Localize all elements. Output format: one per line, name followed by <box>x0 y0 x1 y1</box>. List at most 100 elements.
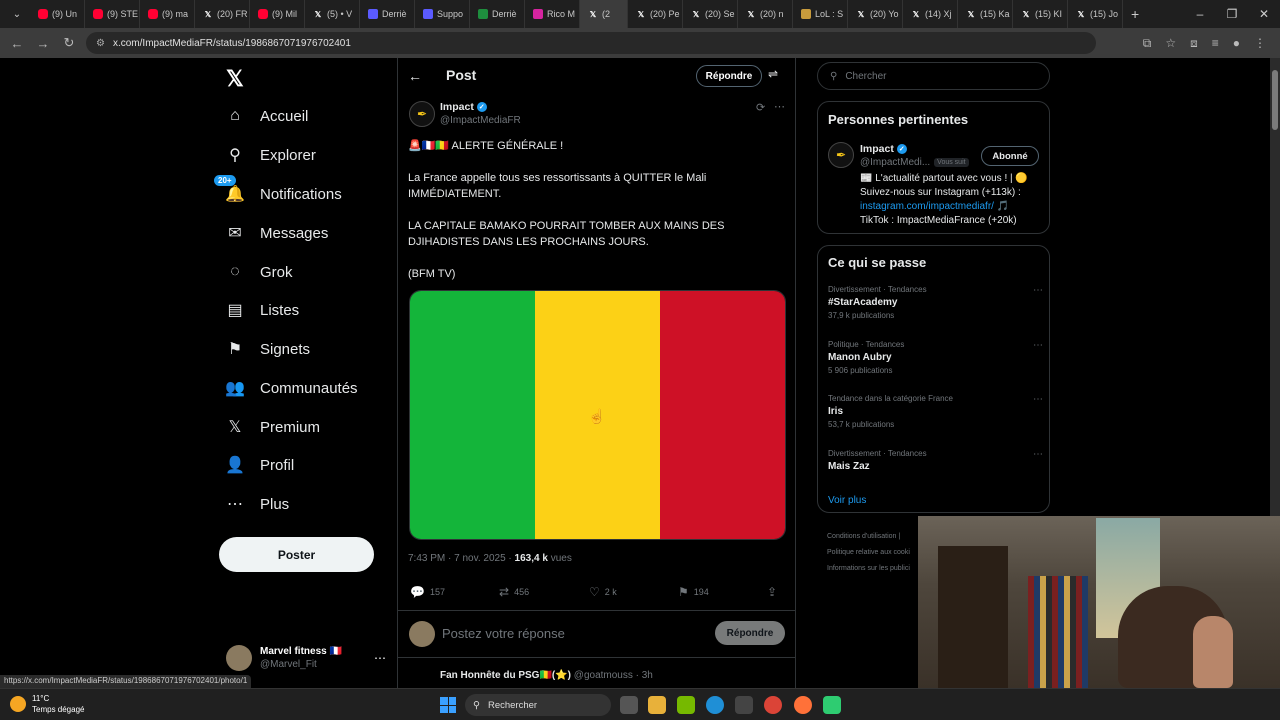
star-icon[interactable]: ☆ <box>1165 36 1176 51</box>
more-options-icon[interactable]: ⋯ <box>774 100 785 113</box>
relevant-name[interactable]: Impact ✓ <box>860 143 907 155</box>
author-handle[interactable]: @ImpactMediaFR <box>440 115 521 126</box>
nav-item-listes[interactable]: ▤ Listes <box>226 292 299 328</box>
nav-item-messages[interactable]: ✉ Messages <box>226 215 328 251</box>
nav-item-signets[interactable]: ⚑ Signets <box>226 331 310 367</box>
install-app-icon[interactable]: ⧉ <box>1143 36 1152 51</box>
reply-tweet[interactable]: Fan Honnête du PSG🇲🇱(⭐) @goatmouss · 3h <box>398 666 796 688</box>
nav-item-accueil[interactable]: ⌂ Accueil <box>226 98 308 134</box>
trend-item[interactable]: Politique · Tendances Manon Aubry 5 906 pu… <box>828 340 1043 375</box>
browser-tab[interactable]: 𝕏 (2 <box>580 0 628 28</box>
task-view-icon[interactable] <box>620 696 638 714</box>
more-options-icon[interactable]: ⋯ <box>1033 394 1043 405</box>
windows-start-icon[interactable] <box>440 697 456 713</box>
browser-menu-icon[interactable]: ⋮ <box>1254 36 1266 51</box>
bookmark-action[interactable]: ⚑ 194 <box>678 585 709 599</box>
author-avatar[interactable]: ✒ <box>409 101 435 127</box>
chrome-icon[interactable] <box>764 696 782 714</box>
more-options-icon[interactable]: ⋯ <box>1033 285 1043 296</box>
post-button[interactable]: Poster <box>219 537 374 572</box>
nav-item-explorer[interactable]: ⚲ Explorer <box>226 137 316 173</box>
nav-item-notifications[interactable]: 🔔 20+ Notifications <box>214 175 342 212</box>
browser-tab[interactable]: Derriè <box>360 0 415 28</box>
firefox-icon[interactable] <box>794 696 812 714</box>
browser-tab[interactable]: Derriè <box>470 0 525 28</box>
post-time[interactable]: 7:43 PM · 7 nov. 2025 · <box>408 553 515 564</box>
browser-tab[interactable]: 𝕏 (20) Yo <box>848 0 903 28</box>
browser-tab[interactable]: 𝕏 (5) • V <box>305 0 360 28</box>
relevant-avatar[interactable]: ✒ <box>828 142 854 168</box>
browser-tab[interactable]: 𝕏 (14) Xj <box>903 0 958 28</box>
nav-item-profil[interactable]: 👤 Profil <box>225 447 294 483</box>
reply-submit-button[interactable]: Répondre <box>715 621 785 645</box>
repost-action[interactable]: ⇄ 456 <box>499 585 529 599</box>
footer-link[interactable]: Informations sur les publici <box>827 561 910 577</box>
browser-tab[interactable]: LoL : S <box>793 0 848 28</box>
more-options-icon[interactable]: ⋯ <box>1033 340 1043 351</box>
reply-action[interactable]: 💬 157 <box>410 585 445 599</box>
show-more-link[interactable]: Voir plus <box>828 495 866 506</box>
file-explorer-icon[interactable] <box>648 696 666 714</box>
new-tab-button[interactable]: + <box>1131 6 1139 22</box>
taskbar-search[interactable]: ⚲ Rechercher <box>465 694 611 716</box>
more-icon[interactable]: ⋯ <box>374 651 386 665</box>
like-action[interactable]: ♡ 2 k <box>589 585 617 599</box>
reply-header-button[interactable]: Répondre <box>696 65 762 87</box>
reload-button[interactable]: ↻ <box>56 35 82 51</box>
nav-item-communautés[interactable]: 👥 Communautés <box>225 370 358 406</box>
trend-item[interactable]: Tendance dans la catégorie France Iris 53,… <box>828 394 1043 429</box>
nav-item-premium[interactable]: 𝕏 Premium <box>226 409 320 445</box>
x-logo[interactable]: 𝕏 <box>226 66 244 92</box>
scroll-thumb[interactable] <box>1272 70 1278 130</box>
tab-search-dropdown[interactable]: ⌄ <box>4 4 30 24</box>
app-icon[interactable] <box>823 696 841 714</box>
profile-icon[interactable]: ● <box>1233 36 1240 51</box>
edge-icon[interactable] <box>706 696 724 714</box>
left-navigation: 𝕏 ⌂ Accueil ⚲ Explorer 🔔 20+ Notifications ✉ Mes… <box>214 58 396 688</box>
footer-link[interactable]: Politique relative aux cooki <box>827 545 910 561</box>
nvidia-icon[interactable] <box>677 696 695 714</box>
store-icon[interactable] <box>735 696 753 714</box>
browser-tab[interactable]: 𝕏 (20) n <box>738 0 793 28</box>
browser-tab[interactable]: (9) STE <box>85 0 140 28</box>
back-arrow-icon[interactable]: ← <box>408 68 422 84</box>
views-label: vues <box>547 553 572 564</box>
browser-tab[interactable]: 𝕏 (15) Jo <box>1068 0 1123 28</box>
address-bar[interactable]: ⚙ x.com/ImpactMediaFR/status/19868670719… <box>86 32 1096 54</box>
grok-icon[interactable]: ⟳ <box>756 101 765 114</box>
maximize-button[interactable]: ❐ <box>1216 7 1248 21</box>
search-input[interactable]: ⚲ Chercher <box>817 62 1050 90</box>
browser-tab[interactable]: Rico M <box>525 0 580 28</box>
nav-item-plus[interactable]: ⋯ Plus <box>226 486 289 522</box>
nav-item-grok[interactable]: ◌ Grok <box>226 254 292 290</box>
trend-item[interactable]: Divertissement · Tendances Mais Zaz ⋯ <box>828 449 1043 475</box>
instagram-link[interactable]: instagram.com/impactmediafr/ <box>860 201 994 212</box>
trend-item[interactable]: Divertissement · Tendances #StarAcademy 37… <box>828 285 1043 320</box>
browser-tab[interactable]: (9) ma <box>140 0 195 28</box>
webcam-shelf <box>938 546 1008 688</box>
weather-widget[interactable]: 11°C Temps dégagé <box>10 693 84 715</box>
browser-tab[interactable]: 𝕏 (15) KI <box>1013 0 1068 28</box>
browser-tab[interactable]: (9) Un <box>30 0 85 28</box>
browser-tab[interactable]: 𝕏 (20) Pe <box>628 0 683 28</box>
share-action[interactable]: ⇪ <box>767 585 777 599</box>
browser-tab[interactable]: 𝕏 (20) Se <box>683 0 738 28</box>
media-icon[interactable]: ≡ <box>1212 36 1219 51</box>
author-name[interactable]: Impact ✓ <box>440 101 487 113</box>
following-button[interactable]: Abonné <box>981 146 1039 166</box>
extensions-icon[interactable]: ⧈ <box>1190 36 1198 51</box>
browser-tab[interactable]: Suppo <box>415 0 470 28</box>
forward-button[interactable]: → <box>30 36 56 51</box>
browser-tab[interactable]: 𝕏 (20) FR <box>195 0 250 28</box>
browser-tab[interactable]: (9) Mil <box>250 0 305 28</box>
filter-icon[interactable]: ⇌ <box>768 67 778 81</box>
browser-tab[interactable]: 𝕏 (15) Ka <box>958 0 1013 28</box>
back-button[interactable]: ← <box>4 36 30 51</box>
more-options-icon[interactable]: ⋯ <box>1033 449 1043 460</box>
account-switcher[interactable]: Marvel fitness 🇫🇷 @Marvel_Fit ⋯ <box>226 643 386 673</box>
reply-input[interactable]: Postez votre réponse <box>442 626 565 641</box>
minimize-button[interactable]: – <box>1184 7 1216 21</box>
site-info-icon[interactable]: ⚙ <box>96 38 105 49</box>
close-window-button[interactable]: ✕ <box>1248 7 1280 21</box>
footer-link[interactable]: Conditions d'utilisation | <box>827 529 910 545</box>
